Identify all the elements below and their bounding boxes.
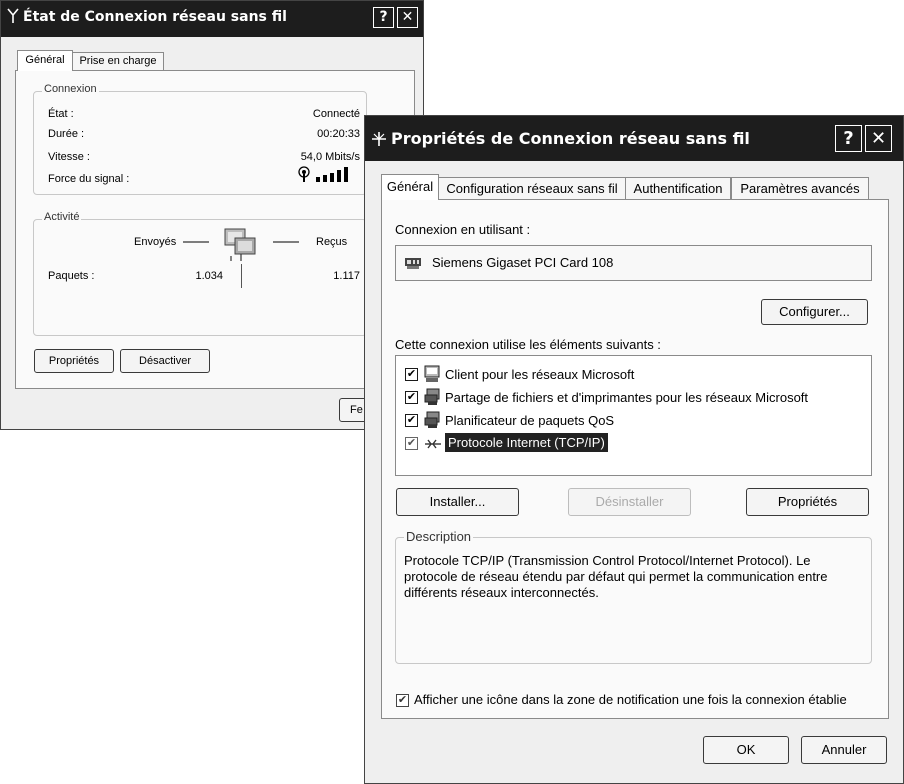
install-button[interactable]: Installer... [396,488,519,516]
network-card-icon [404,256,422,270]
status-properties-button[interactable]: Propriétés [34,349,114,373]
description-legend: Description [404,529,474,544]
signal-strength-icon [296,166,358,184]
tab-general[interactable]: Général [381,174,439,200]
tab-support[interactable]: Prise en charge [72,52,164,71]
activity-legend: Activité [42,211,82,223]
client-icon [424,365,440,383]
component-label: Partage de fichiers et d'imprimantes pou… [445,390,809,405]
received-label: Reçus [316,236,348,248]
close-button[interactable]: ✕ [865,125,892,152]
adapter-name: Siemens Gigaset PCI Card 108 [432,255,614,270]
packets-sent-value: 1.034 [195,270,223,282]
sent-label: Envoyés [134,236,177,248]
packets-label: Paquets : [48,270,95,282]
status-window-title: État de Connexion réseau sans fil [23,9,287,25]
speed-value: 54,0 Mbits/s [300,151,360,163]
qos-icon [424,411,440,429]
description-text: Protocole TCP/IP (Transmission Control P… [404,553,828,600]
cancel-button[interactable]: Annuler [801,736,887,764]
state-label: État : [48,108,74,120]
connection-group: Connexion État : Connecté Durée : 00:20:… [33,83,367,195]
component-properties-button[interactable]: Propriétés [746,488,869,516]
components-label: Cette connexion utilise les éléments sui… [395,337,661,352]
list-item[interactable]: ✔ Planificateur de paquets QoS [396,410,866,432]
help-button[interactable]: ? [835,125,862,152]
list-item[interactable]: ✔ Partage de fichiers et d'imprimantes p… [396,387,866,409]
disable-button[interactable]: Désactiver [120,349,210,373]
description-group: Description Protocole TCP/IP (Transmissi… [395,529,872,664]
component-checkbox[interactable]: ✔ [405,437,418,450]
activity-divider [241,264,242,288]
tab-general[interactable]: Général [17,50,73,71]
duration-value: 00:20:33 [317,128,360,140]
status-title-bar[interactable]: État de Connexion réseau sans fil ? ✕ [1,1,423,37]
component-checkbox[interactable]: ✔ [405,391,418,404]
help-button[interactable]: ? [373,7,394,28]
state-value: Connecté [312,108,360,120]
tab-wireless-config[interactable]: Configuration réseaux sans fil [438,177,626,200]
notify-label: Afficher une icône dans la zone de notif… [414,692,847,707]
component-label-selected: Protocole Internet (TCP/IP) [445,433,608,452]
notify-checkbox[interactable]: ✔ [396,694,409,707]
ok-button[interactable]: OK [703,736,789,764]
network-computers-icon [179,226,303,262]
component-checkbox[interactable]: ✔ [405,368,418,381]
list-item[interactable]: ✔ Client pour les réseaux Microsoft [396,364,866,386]
duration-label: Durée : [48,128,85,140]
tab-authentication[interactable]: Authentification [625,177,731,200]
antenna-icon [371,130,387,148]
status-general-panel: Connexion État : Connecté Durée : 00:20:… [15,70,415,389]
speed-label: Vitesse : [48,151,90,163]
adapter-box: Siemens Gigaset PCI Card 108 [395,245,872,281]
connect-using-label: Connexion en utilisant : [395,222,531,237]
properties-general-panel: Connexion en utilisant : Siemens Gigaset… [381,199,889,719]
properties-window-title: Propriétés de Connexion réseau sans fil [391,129,750,148]
protocol-icon [424,437,442,451]
tab-advanced[interactable]: Paramètres avancés [731,177,869,200]
activity-group: Activité Envoyés Reçus Paquets : 1.034 1… [33,211,367,336]
component-label: Planificateur de paquets QoS [445,413,615,428]
antenna-icon [7,8,19,24]
file-share-icon [424,388,440,406]
connection-legend: Connexion [42,83,99,95]
list-item[interactable]: ✔ Protocole Internet (TCP/IP) [396,433,866,455]
uninstall-button[interactable]: Désinstaller [568,488,691,516]
component-checkbox[interactable]: ✔ [405,414,418,427]
properties-window: Propriétés de Connexion réseau sans fil … [364,115,904,784]
signal-label: Force du signal : [48,173,130,185]
status-window: État de Connexion réseau sans fil ? ✕ Gé… [0,0,424,430]
close-button[interactable]: ✕ [397,7,418,28]
components-list: ✔ Client pour les réseaux Microsoft ✔ Pa… [395,355,872,476]
configure-button[interactable]: Configurer... [761,299,868,325]
component-label: Client pour les réseaux Microsoft [445,367,635,382]
properties-title-bar[interactable]: Propriétés de Connexion réseau sans fil … [365,116,903,161]
packets-received-value: 1.117 [333,270,360,282]
